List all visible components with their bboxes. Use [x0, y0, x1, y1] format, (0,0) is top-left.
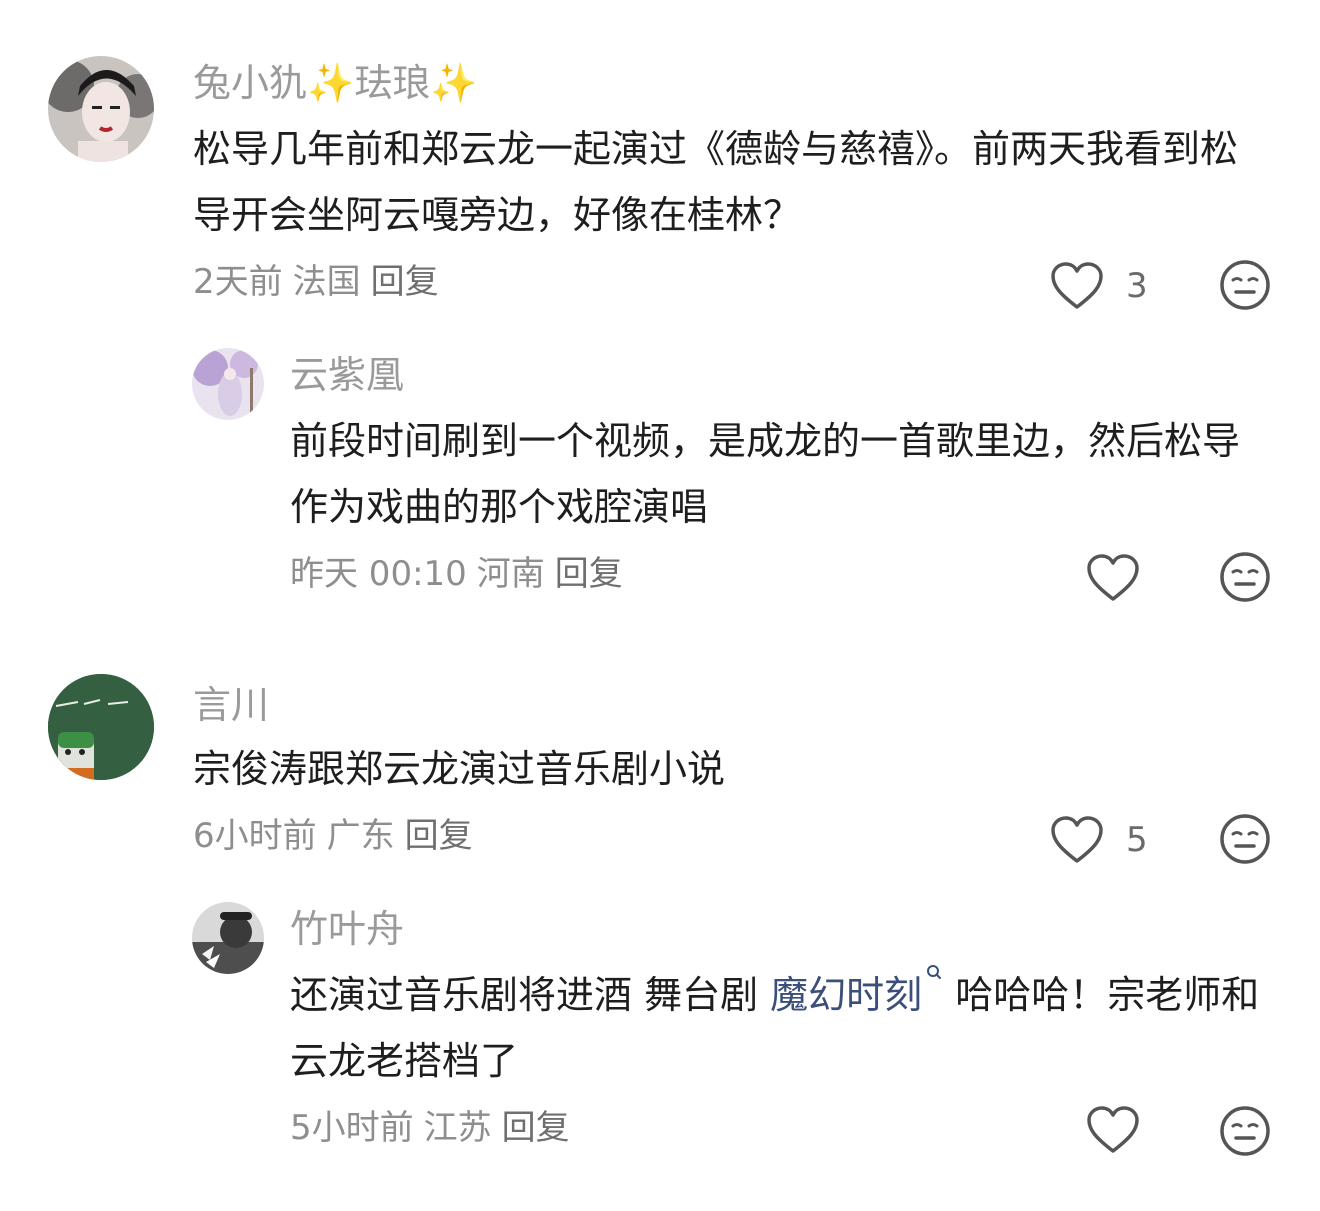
reply-button[interactable]: 回复	[502, 1108, 570, 1148]
reply-text: 前段时间刷到一个视频，是成龙的一首歌里边，然后松导作为戏曲的那个戏腔演唱	[290, 419, 1241, 529]
dislike-button[interactable]	[1218, 1104, 1272, 1158]
dislike-button[interactable]	[1218, 258, 1272, 312]
reply-username[interactable]: 竹叶舟	[290, 906, 404, 952]
dislike-button[interactable]	[1218, 550, 1272, 604]
like-button[interactable]	[1086, 1100, 1140, 1160]
reply-location: 河南	[476, 554, 545, 594]
neutral-face-icon	[1220, 260, 1270, 310]
search-icon	[927, 965, 942, 979]
comment-item: 言川 宗俊涛跟郑云龙演过音乐剧小说 6小时前 广东 回复 5	[0, 620, 1320, 890]
like-button[interactable]: 3	[1050, 256, 1148, 316]
avatar-image	[48, 674, 154, 780]
sparkle-emoji-icon: ✨	[430, 61, 478, 105]
reply-meta: 5小时前 江苏 回复	[290, 1108, 580, 1148]
avatar-image	[192, 902, 264, 974]
heart-outline-icon	[1051, 262, 1103, 309]
reply-button[interactable]: 回复	[371, 262, 439, 302]
comment-text: 松导几年前和郑云龙一起演过《德龄与慈禧》。前两天我看到松导开会坐阿云嘎旁边，好像…	[193, 127, 1239, 237]
neutral-face-icon	[1220, 552, 1270, 602]
reply-username[interactable]: 云紫凰	[290, 352, 404, 398]
comment-username[interactable]: 兔小犰✨珐琅✨	[193, 60, 478, 106]
reply-button[interactable]: 回复	[555, 554, 623, 594]
comment-location: 法国	[292, 262, 361, 302]
avatar-image	[192, 348, 264, 420]
like-button[interactable]: 5	[1050, 810, 1148, 870]
neutral-face-icon	[1220, 1106, 1270, 1156]
reply-location: 江苏	[423, 1108, 492, 1148]
heart-outline-icon	[1087, 554, 1139, 601]
like-button[interactable]	[1086, 548, 1140, 608]
sparkle-emoji-icon: ✨	[307, 61, 355, 105]
neutral-face-icon	[1220, 814, 1270, 864]
heart-outline-icon	[1051, 816, 1103, 863]
avatar[interactable]	[48, 56, 154, 162]
reply-button[interactable]: 回复	[405, 816, 473, 856]
comment-time: 2天前	[193, 262, 283, 302]
avatar[interactable]	[48, 674, 154, 780]
comment-location: 广东	[326, 816, 395, 856]
avatar-image	[48, 56, 154, 162]
comment-username[interactable]: 言川	[193, 682, 269, 728]
reply-time: 5小时前	[290, 1108, 414, 1148]
reply-item: 竹叶舟 还演过音乐剧将进酒 舞台剧 魔幻时刻 哈哈哈！宗老师和云龙老搭档了 5小…	[0, 890, 1320, 1190]
reply-time: 昨天 00:10	[290, 554, 467, 594]
comment-text: 宗俊涛跟郑云龙演过音乐剧小说	[193, 747, 726, 791]
like-count: 5	[1126, 820, 1148, 860]
heart-outline-icon	[1087, 1106, 1139, 1153]
reply-meta: 昨天 00:10 河南 回复	[290, 554, 633, 594]
comment-meta: 2天前 法国 回复	[193, 262, 449, 302]
avatar[interactable]	[192, 348, 264, 420]
search-link[interactable]: 魔幻时刻	[770, 965, 943, 1017]
comment-meta: 6小时前 广东 回复	[193, 816, 483, 856]
avatar[interactable]	[192, 902, 264, 974]
comment-item: 兔小犰✨珐琅✨ 松导几年前和郑云龙一起演过《德龄与慈禧》。前两天我看到松导开会坐…	[0, 0, 1320, 330]
dislike-button[interactable]	[1218, 812, 1272, 866]
like-count: 3	[1126, 266, 1148, 306]
reply-item: 云紫凰 前段时间刷到一个视频，是成龙的一首歌里边，然后松导作为戏曲的那个戏腔演唱…	[0, 330, 1320, 620]
comment-time: 6小时前	[193, 816, 317, 856]
reply-text: 还演过音乐剧将进酒 舞台剧 魔幻时刻 哈哈哈！宗老师和云龙老搭档了	[290, 962, 1275, 1094]
